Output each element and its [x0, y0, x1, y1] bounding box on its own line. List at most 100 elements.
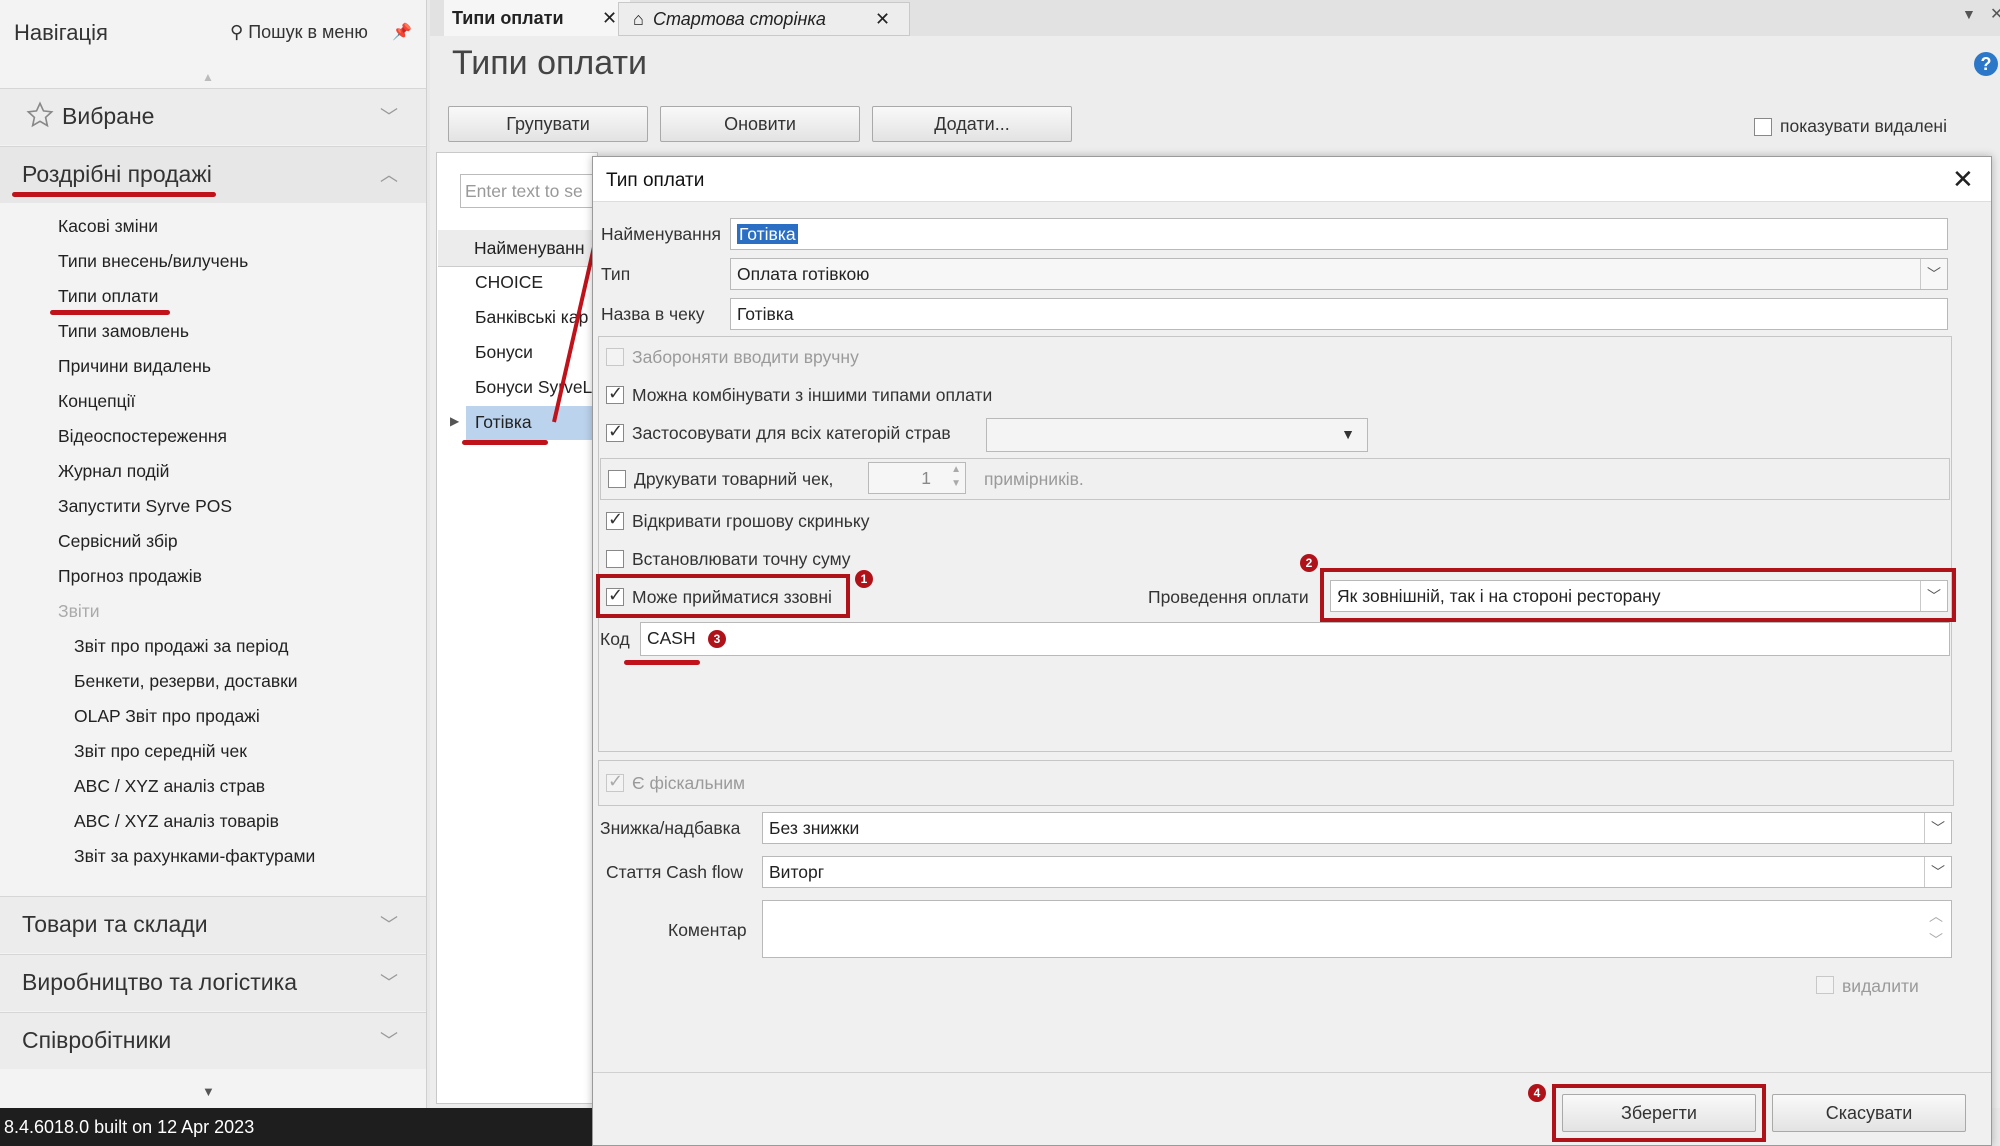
sidebar-report-item[interactable]: OLAP Звіт про продажі	[74, 706, 260, 727]
receipt-name-input[interactable]: Готівка	[730, 298, 1948, 330]
list-row[interactable]: Бонуси	[475, 342, 533, 363]
show-deleted-checkbox[interactable]	[1754, 118, 1772, 136]
receipt-name-value: Готівка	[737, 304, 794, 324]
annotation-underline	[624, 660, 700, 665]
type-select[interactable]: Оплата готівкою ﹀	[730, 258, 1948, 290]
sidebar-report-item[interactable]: ABC / XYZ аналіз товарів	[74, 811, 279, 832]
tab-list-dropdown-icon[interactable]: ▼	[1962, 6, 1976, 22]
row-expand-icon[interactable]: ▶	[450, 414, 459, 428]
sidebar-report-item[interactable]: Звіт про продажі за період	[74, 636, 288, 657]
stepper-down-icon[interactable]: ▼	[951, 469, 961, 499]
close-icon[interactable]: ✕	[602, 0, 617, 36]
close-icon[interactable]: ✕	[875, 3, 890, 35]
chevron-down-icon: ﹀	[1920, 581, 1947, 611]
sidebar-item[interactable]: Концепції	[58, 391, 135, 412]
scroll-up-icon[interactable]: ▲	[202, 70, 214, 84]
copies-stepper[interactable]: 1 ▲ ▼	[868, 462, 966, 494]
tab-payment-types[interactable]: Типи оплати ✕	[444, 0, 630, 36]
external-checkbox[interactable]	[606, 585, 624, 606]
annotation-underline	[12, 192, 216, 197]
section-label: Співробітники	[22, 1027, 172, 1053]
list-row-selected[interactable]: Готівка	[475, 412, 532, 433]
navigation-sidebar: Навігація ⚲ Пошук в меню 📌 ▲ Вибране ﹀ Р…	[0, 0, 427, 1108]
sidebar-report-item[interactable]: Звіт за рахунками-фактурами	[74, 846, 315, 867]
processing-label: Проведення оплати	[1148, 587, 1309, 607]
name-input[interactable]: Готівка	[730, 218, 1948, 250]
section-favorites[interactable]: Вибране ﹀	[0, 88, 426, 145]
code-input[interactable]: CASH	[640, 622, 1950, 656]
sidebar-report-item[interactable]: Бенкети, резерви, доставки	[74, 671, 298, 692]
sidebar-item[interactable]: Сервісний збір	[58, 531, 178, 552]
search-icon: ⚲	[230, 22, 244, 42]
discount-select[interactable]: Без знижки ﹀	[762, 812, 1952, 844]
discount-value: Без знижки	[769, 818, 860, 838]
sidebar-item[interactable]: Типи замовлень	[58, 321, 189, 342]
section-label: Виробництво та логістика	[22, 969, 298, 995]
refresh-button[interactable]: Оновити	[660, 106, 860, 142]
sidebar-item[interactable]: Журнал подій	[58, 461, 169, 482]
group-button[interactable]: Групувати	[448, 106, 648, 142]
sidebar-report-item[interactable]: ABC / XYZ аналіз страв	[74, 776, 265, 797]
combine-checkbox[interactable]	[606, 383, 624, 404]
print-check-checkbox[interactable]	[608, 470, 626, 488]
forbid-manual-label: Забороняти вводити вручну	[632, 347, 859, 367]
chevron-down-icon: ﹀	[380, 915, 398, 935]
home-icon: ⌂	[633, 9, 644, 29]
tab-bar: Типи оплати ✕ ⌂ Стартова сторінка ✕ ▼ ✕	[430, 0, 2000, 37]
tab-start-page[interactable]: ⌂ Стартова сторінка ✕	[618, 2, 910, 36]
chevron-down-icon: ﹀	[1924, 857, 1951, 887]
list-row[interactable]: CHOICE	[475, 272, 543, 293]
dialog-titlebar	[593, 157, 1991, 202]
add-button[interactable]: Додати...	[872, 106, 1072, 142]
discount-label: Знижка/надбавка	[600, 818, 741, 838]
status-bar: 8.4.6018.0 built on 12 Apr 2023	[0, 1108, 592, 1146]
close-icon[interactable]: ✕	[1952, 164, 1974, 195]
comment-textarea[interactable]: ︿ ﹀	[762, 900, 1952, 958]
cashflow-select[interactable]: Виторг ﹀	[762, 856, 1952, 888]
comment-label: Коментар	[668, 920, 747, 940]
sidebar-item[interactable]: Типи внесень/вилучень	[58, 251, 248, 272]
favorites-label: Вибране	[62, 103, 155, 129]
open-drawer-checkbox[interactable]	[606, 509, 624, 530]
apply-all-label: Застосовувати для всіх категорій страв	[632, 423, 951, 443]
code-value: CASH	[647, 628, 696, 648]
sidebar-item[interactable]: Касові зміни	[58, 216, 158, 237]
sidebar-item[interactable]: Запустити Syrve POS	[58, 496, 232, 517]
cancel-button[interactable]: Скасувати	[1772, 1094, 1966, 1132]
name-label: Найменування	[601, 224, 721, 244]
exact-sum-checkbox[interactable]	[606, 550, 624, 568]
star-icon	[26, 101, 54, 128]
apply-all-checkbox[interactable]	[606, 421, 624, 442]
section-employees[interactable]: Співробітники ﹀	[0, 1012, 426, 1069]
type-value: Оплата готівкою	[737, 264, 870, 284]
sidebar-item[interactable]: Причини видалень	[58, 356, 211, 377]
annotation-badge-3: 3	[708, 630, 726, 648]
section-goods[interactable]: Товари та склади ﹀	[0, 896, 426, 953]
help-icon[interactable]: ?	[1974, 52, 1998, 76]
pin-icon[interactable]: 📌	[392, 22, 412, 42]
delete-label: видалити	[1842, 976, 1919, 996]
annotation-underline	[462, 440, 548, 445]
scroll-down-icon[interactable]: ﹀	[1929, 925, 1943, 955]
save-button[interactable]: Зберегти	[1562, 1094, 1756, 1132]
fiscal-checkbox[interactable]	[606, 771, 624, 792]
scroll-down-icon[interactable]: ▼	[202, 1084, 215, 1099]
forbid-manual-checkbox[interactable]	[606, 348, 624, 366]
sidebar-group-reports: Звіти	[58, 601, 100, 621]
sidebar-item[interactable]: Типи оплати	[58, 286, 158, 307]
menu-search-button[interactable]: ⚲ Пошук в меню	[230, 22, 368, 43]
processing-select[interactable]: Як зовнішній, так і на стороні ресторану…	[1330, 580, 1948, 612]
nav-title: Навігація	[14, 20, 108, 45]
sidebar-item[interactable]: Прогноз продажів	[58, 566, 202, 587]
sidebar-item[interactable]: Відеоспостереження	[58, 426, 227, 447]
delete-checkbox[interactable]	[1816, 976, 1834, 994]
sidebar-report-item[interactable]: Звіт про середній чек	[74, 741, 247, 762]
show-deleted-label: показувати видалені	[1780, 116, 1947, 136]
close-icon[interactable]: ✕	[1990, 4, 2000, 24]
chevron-up-icon: ︿	[380, 165, 398, 185]
chevron-down-icon: ﹀	[1924, 813, 1951, 843]
categories-select[interactable]: ▼	[986, 418, 1368, 452]
section-production[interactable]: Виробництво та логістика ﹀	[0, 954, 426, 1011]
fiscal-group	[598, 760, 1954, 806]
page-title: Типи оплати	[452, 44, 648, 82]
